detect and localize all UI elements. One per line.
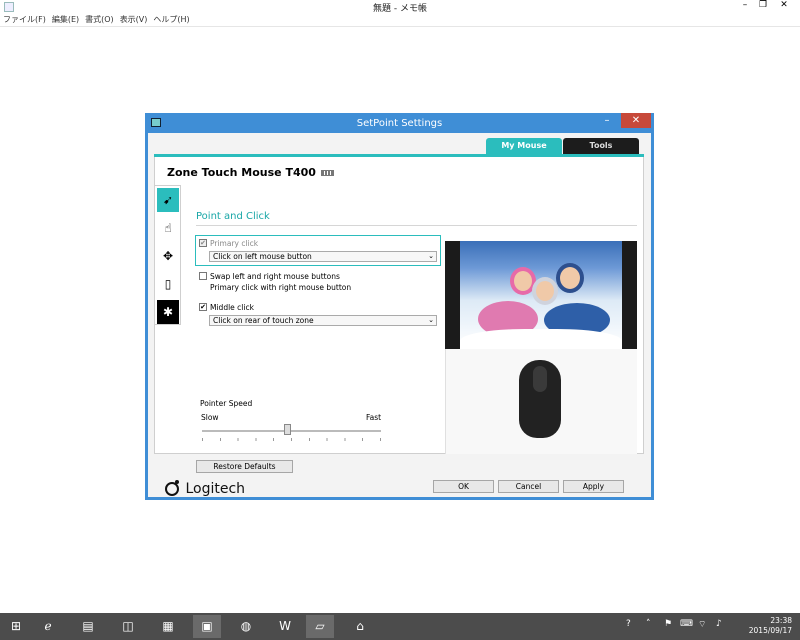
menu-view[interactable]: 表示(V) bbox=[117, 14, 151, 26]
battery-icon[interactable]: ▯ bbox=[157, 272, 179, 296]
device-dropdown-chevron-icon[interactable]: ⌵ bbox=[293, 166, 301, 177]
notepad-title: 無題 - メモ帳 bbox=[373, 4, 427, 14]
primary-click-value: Click on left mouse button bbox=[213, 252, 312, 261]
clock-time: 23:38 bbox=[770, 616, 792, 625]
menu-file[interactable]: ファイル(F) bbox=[0, 14, 49, 26]
promo-photo bbox=[445, 241, 637, 349]
ok-button[interactable]: OK bbox=[433, 480, 494, 493]
cancel-button[interactable]: Cancel bbox=[498, 480, 559, 493]
windows-icon[interactable]: ⊞ bbox=[2, 615, 30, 638]
battery-icon bbox=[321, 170, 334, 176]
explorer-icon[interactable]: ▤ bbox=[74, 615, 102, 638]
ie-icon[interactable]: ℯ bbox=[34, 615, 62, 638]
chevron-down-icon: ⌄ bbox=[428, 252, 434, 260]
kids-in-snow-image bbox=[460, 241, 622, 349]
restore-defaults-button[interactable]: Restore Defaults bbox=[196, 460, 293, 473]
slider-ticks bbox=[202, 438, 381, 441]
close-button[interactable]: ✕ bbox=[772, 0, 796, 12]
clock-date: 2015/09/17 bbox=[748, 626, 792, 635]
swap-buttons-checkbox[interactable] bbox=[199, 272, 207, 280]
category-sidebar: ➹ ☝ ✥ ▯ ✱ bbox=[154, 185, 181, 325]
dialog-title: SetPoint Settings bbox=[356, 118, 443, 129]
move-arrows-icon[interactable]: ✥ bbox=[157, 244, 179, 268]
dialog-body: My Mouse Tools Zone Touch Mouse T400 ⌵ P… bbox=[148, 133, 651, 497]
dialog-minimize-button[interactable]: – bbox=[595, 115, 619, 129]
pointer-speed-label: Pointer Speed bbox=[200, 399, 253, 408]
section-title: Point and Click bbox=[196, 211, 270, 222]
word-icon[interactable]: W bbox=[271, 615, 299, 638]
apply-button[interactable]: Apply bbox=[563, 480, 624, 493]
menu-format[interactable]: 書式(O) bbox=[82, 14, 117, 26]
keyboard-icon[interactable]: ⌨ bbox=[680, 619, 693, 629]
menu-edit[interactable]: 編集(E) bbox=[49, 14, 82, 26]
chevron-down-icon: ⌄ bbox=[428, 316, 434, 324]
snowflake-icon[interactable]: ✱ bbox=[157, 300, 179, 324]
mouse-icon bbox=[519, 360, 561, 438]
settings-panel: Zone Touch Mouse T400 ⌵ Point and Click … bbox=[154, 157, 644, 473]
taskbar: ⊞ ℯ ▤ ◫ ▦ ▣ ◍ W ▱ ⌂ ? ˄ ⚑ ⌨ ⌔ ♪ 23:38 20… bbox=[0, 613, 800, 640]
setpoint-dialog: SetPoint Settings – ✕ My Mouse Tools Zon… bbox=[145, 113, 654, 500]
primary-click-select[interactable]: Click on left mouse button ⌄ bbox=[209, 251, 437, 262]
tab-tools[interactable]: Tools bbox=[563, 138, 639, 154]
primary-click-checkbox[interactable]: ✔ bbox=[199, 239, 207, 247]
restore-button[interactable]: ❐ bbox=[754, 0, 772, 12]
home-icon[interactable]: ⌂ bbox=[346, 615, 374, 638]
pointer-speed-track[interactable] bbox=[202, 430, 381, 432]
pointer-speed-thumb[interactable] bbox=[283, 424, 291, 435]
dialog-close-button[interactable]: ✕ bbox=[621, 113, 651, 128]
mouse-product-image bbox=[445, 349, 637, 454]
middle-click-label: Middle click bbox=[210, 303, 254, 312]
notepad-icon[interactable]: ▱ bbox=[306, 615, 334, 638]
minimize-button[interactable]: – bbox=[736, 0, 754, 12]
setpoint-icon[interactable]: ▣ bbox=[193, 615, 221, 638]
logitech-logo: Logitech bbox=[163, 479, 245, 497]
volume-icon[interactable]: ♪ bbox=[716, 619, 722, 629]
brand-name: Logitech bbox=[185, 481, 246, 497]
logitech-mark-icon bbox=[165, 480, 179, 496]
network-icon[interactable]: ◍ bbox=[232, 615, 260, 638]
menu-help[interactable]: ヘルプ(H) bbox=[150, 14, 192, 26]
section-divider bbox=[196, 225, 637, 226]
swap-buttons-label: Swap left and right mouse buttons bbox=[210, 272, 340, 281]
primary-click-label: Primary click bbox=[210, 239, 259, 248]
tray-chevron-icon[interactable]: ˄ bbox=[646, 619, 651, 629]
slider-fast-label: Fast bbox=[366, 413, 382, 422]
middle-click-checkbox[interactable]: ✔ bbox=[199, 303, 207, 311]
system-clock[interactable]: 23:38 2015/09/17 bbox=[749, 616, 792, 636]
store-icon[interactable]: ◫ bbox=[114, 615, 142, 638]
tab-my-mouse[interactable]: My Mouse bbox=[486, 138, 562, 154]
swap-buttons-sublabel: Primary click with right mouse button bbox=[210, 283, 352, 292]
folder-icon[interactable]: ▦ bbox=[154, 615, 182, 638]
dialog-titlebar: SetPoint Settings – ✕ bbox=[145, 113, 654, 133]
pointer-click-icon[interactable]: ➹ bbox=[157, 188, 179, 212]
wifi-icon[interactable]: ⌔ bbox=[698, 619, 706, 630]
notepad-titlebar: 無題 - メモ帳 – ❐ ✕ bbox=[0, 0, 800, 14]
help-icon[interactable]: ? bbox=[626, 619, 631, 629]
middle-click-select[interactable]: Click on rear of touch zone ⌄ bbox=[209, 315, 437, 326]
flag-icon[interactable]: ⚑ bbox=[664, 619, 672, 629]
hand-icon[interactable]: ☝ bbox=[157, 216, 179, 240]
notepad-menubar: ファイル(F) 編集(E) 書式(O) 表示(V) ヘルプ(H) bbox=[0, 14, 800, 27]
slider-slow-label: Slow bbox=[201, 413, 219, 422]
middle-click-value: Click on rear of touch zone bbox=[213, 316, 314, 325]
